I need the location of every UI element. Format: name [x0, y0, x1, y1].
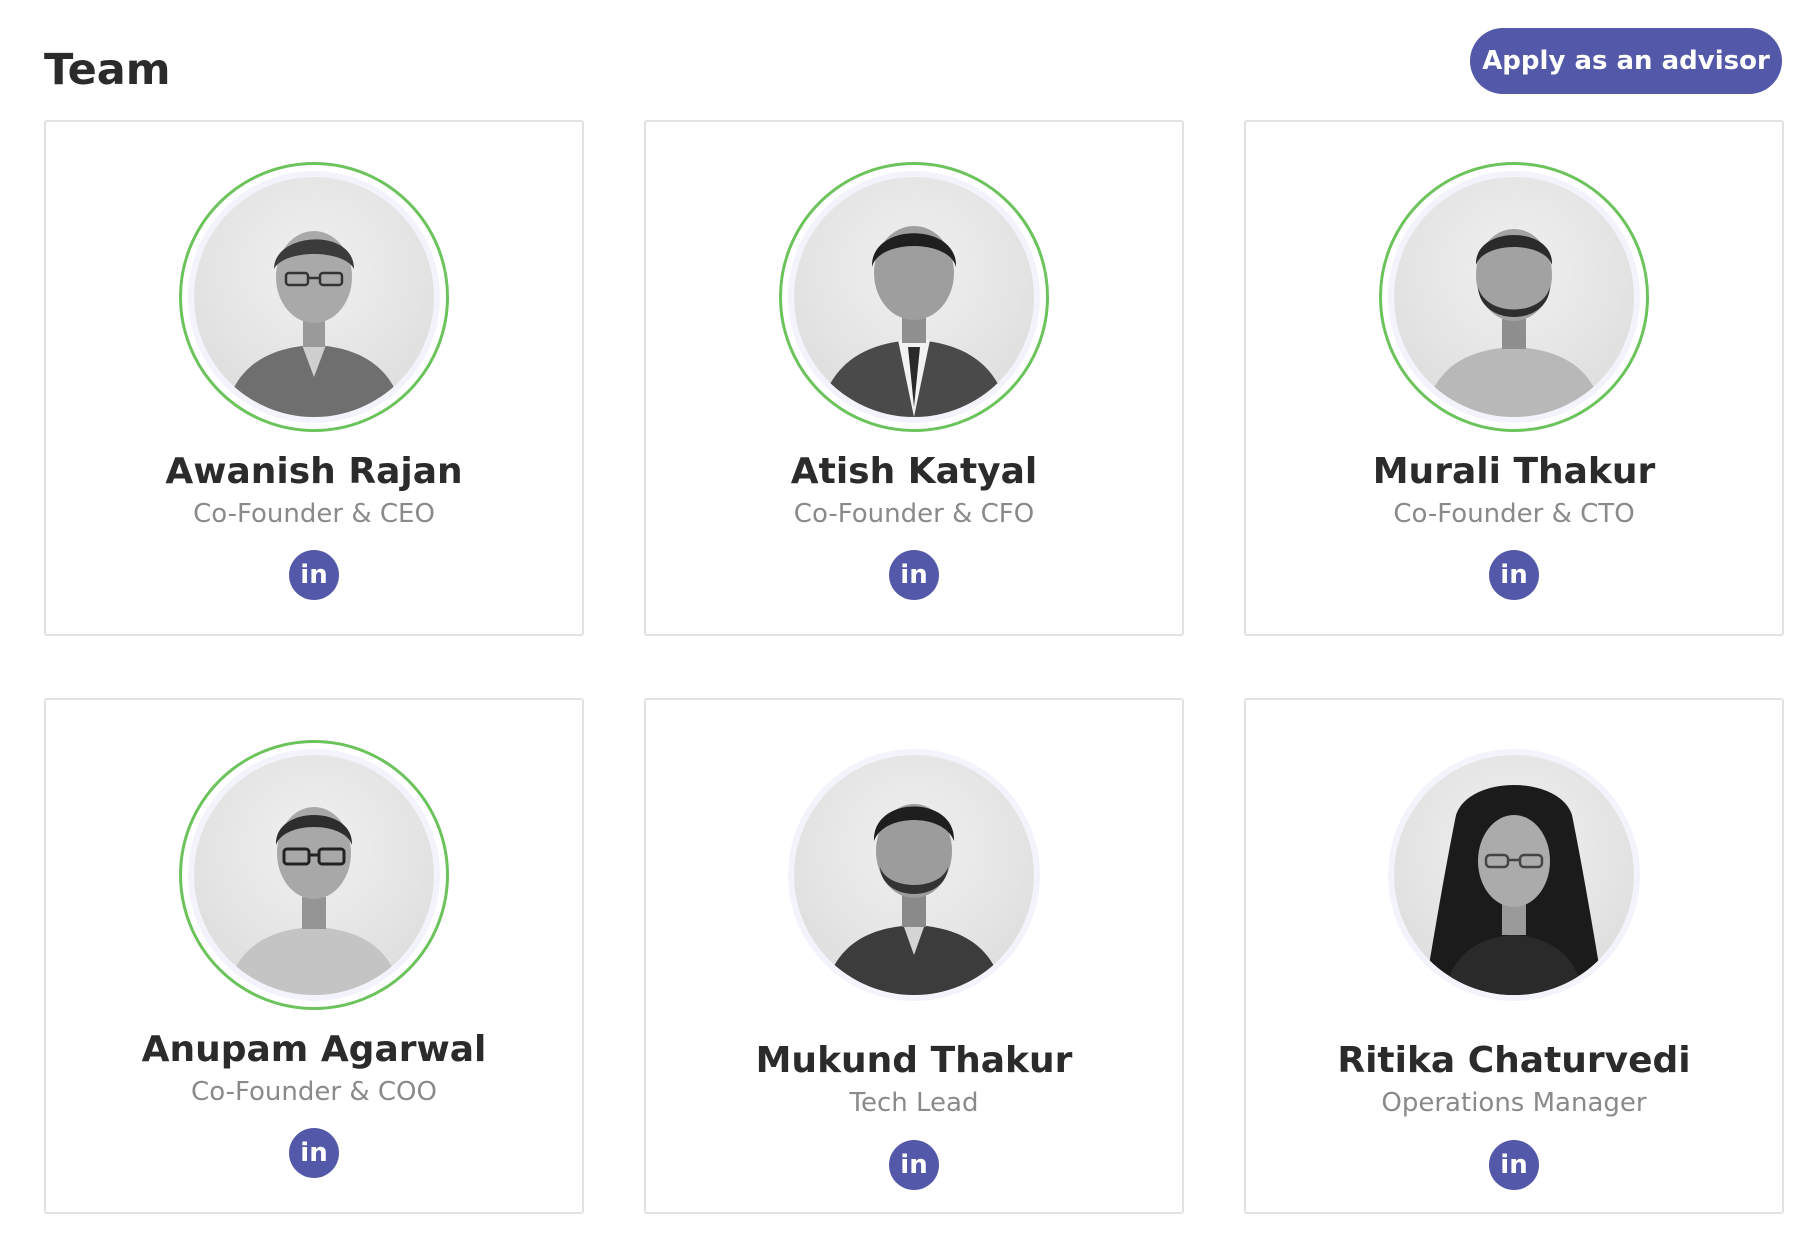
member-name: Anupam Agarwal [141, 1029, 487, 1070]
avatar [779, 162, 1049, 432]
apply-advisor-button[interactable]: Apply as an advisor [1470, 28, 1782, 94]
team-member-card: Anupam Agarwal Co-Founder & COO in [44, 698, 584, 1214]
member-role: Co-Founder & CFO [793, 499, 1035, 529]
member-role: Operations Manager [1381, 1088, 1647, 1118]
linkedin-icon[interactable]: in [1489, 1140, 1539, 1190]
member-name: Murali Thakur [1372, 451, 1656, 492]
page-title: Team [44, 45, 171, 95]
linkedin-icon[interactable]: in [889, 1140, 939, 1190]
profile-photo [1394, 177, 1634, 417]
linkedin-icon[interactable]: in [289, 1128, 339, 1178]
person-silhouette-icon [819, 226, 1009, 417]
profile-photo [194, 177, 434, 417]
person-silhouette-icon [224, 231, 404, 417]
avatar [1379, 740, 1649, 1010]
member-name: Atish Katyal [790, 451, 1038, 492]
member-name: Ritika Chaturvedi [1337, 1040, 1691, 1081]
linkedin-icon[interactable]: in [1489, 550, 1539, 600]
team-member-card: Awanish Rajan Co-Founder & CEO in [44, 120, 584, 636]
avatar [179, 162, 449, 432]
person-silhouette-icon [226, 807, 402, 995]
member-role: Tech Lead [849, 1088, 979, 1118]
person-silhouette-icon [1424, 785, 1604, 995]
linkedin-icon[interactable]: in [289, 550, 339, 600]
profile-photo [1394, 755, 1634, 995]
profile-photo [794, 755, 1034, 995]
team-member-card: Ritika Chaturvedi Operations Manager in [1244, 698, 1784, 1214]
team-member-card: Atish Katyal Co-Founder & CFO in [644, 120, 1184, 636]
linkedin-icon[interactable]: in [889, 550, 939, 600]
avatar [1379, 162, 1649, 432]
profile-photo [194, 755, 434, 995]
profile-photo [794, 177, 1034, 417]
member-role: Co-Founder & COO [191, 1077, 437, 1107]
member-role: Co-Founder & CTO [1393, 499, 1635, 529]
person-silhouette-icon [824, 804, 1004, 995]
avatar [179, 740, 449, 1010]
team-member-card: Mukund Thakur Tech Lead in [644, 698, 1184, 1214]
person-silhouette-icon [1424, 229, 1604, 417]
member-name: Awanish Rajan [165, 451, 463, 492]
member-role: Co-Founder & CEO [193, 499, 435, 529]
avatar [779, 740, 1049, 1010]
member-name: Mukund Thakur [755, 1040, 1073, 1081]
team-member-card: Murali Thakur Co-Founder & CTO in [1244, 120, 1784, 636]
team-grid: Awanish Rajan Co-Founder & CEO in Atish … [44, 120, 1784, 1214]
